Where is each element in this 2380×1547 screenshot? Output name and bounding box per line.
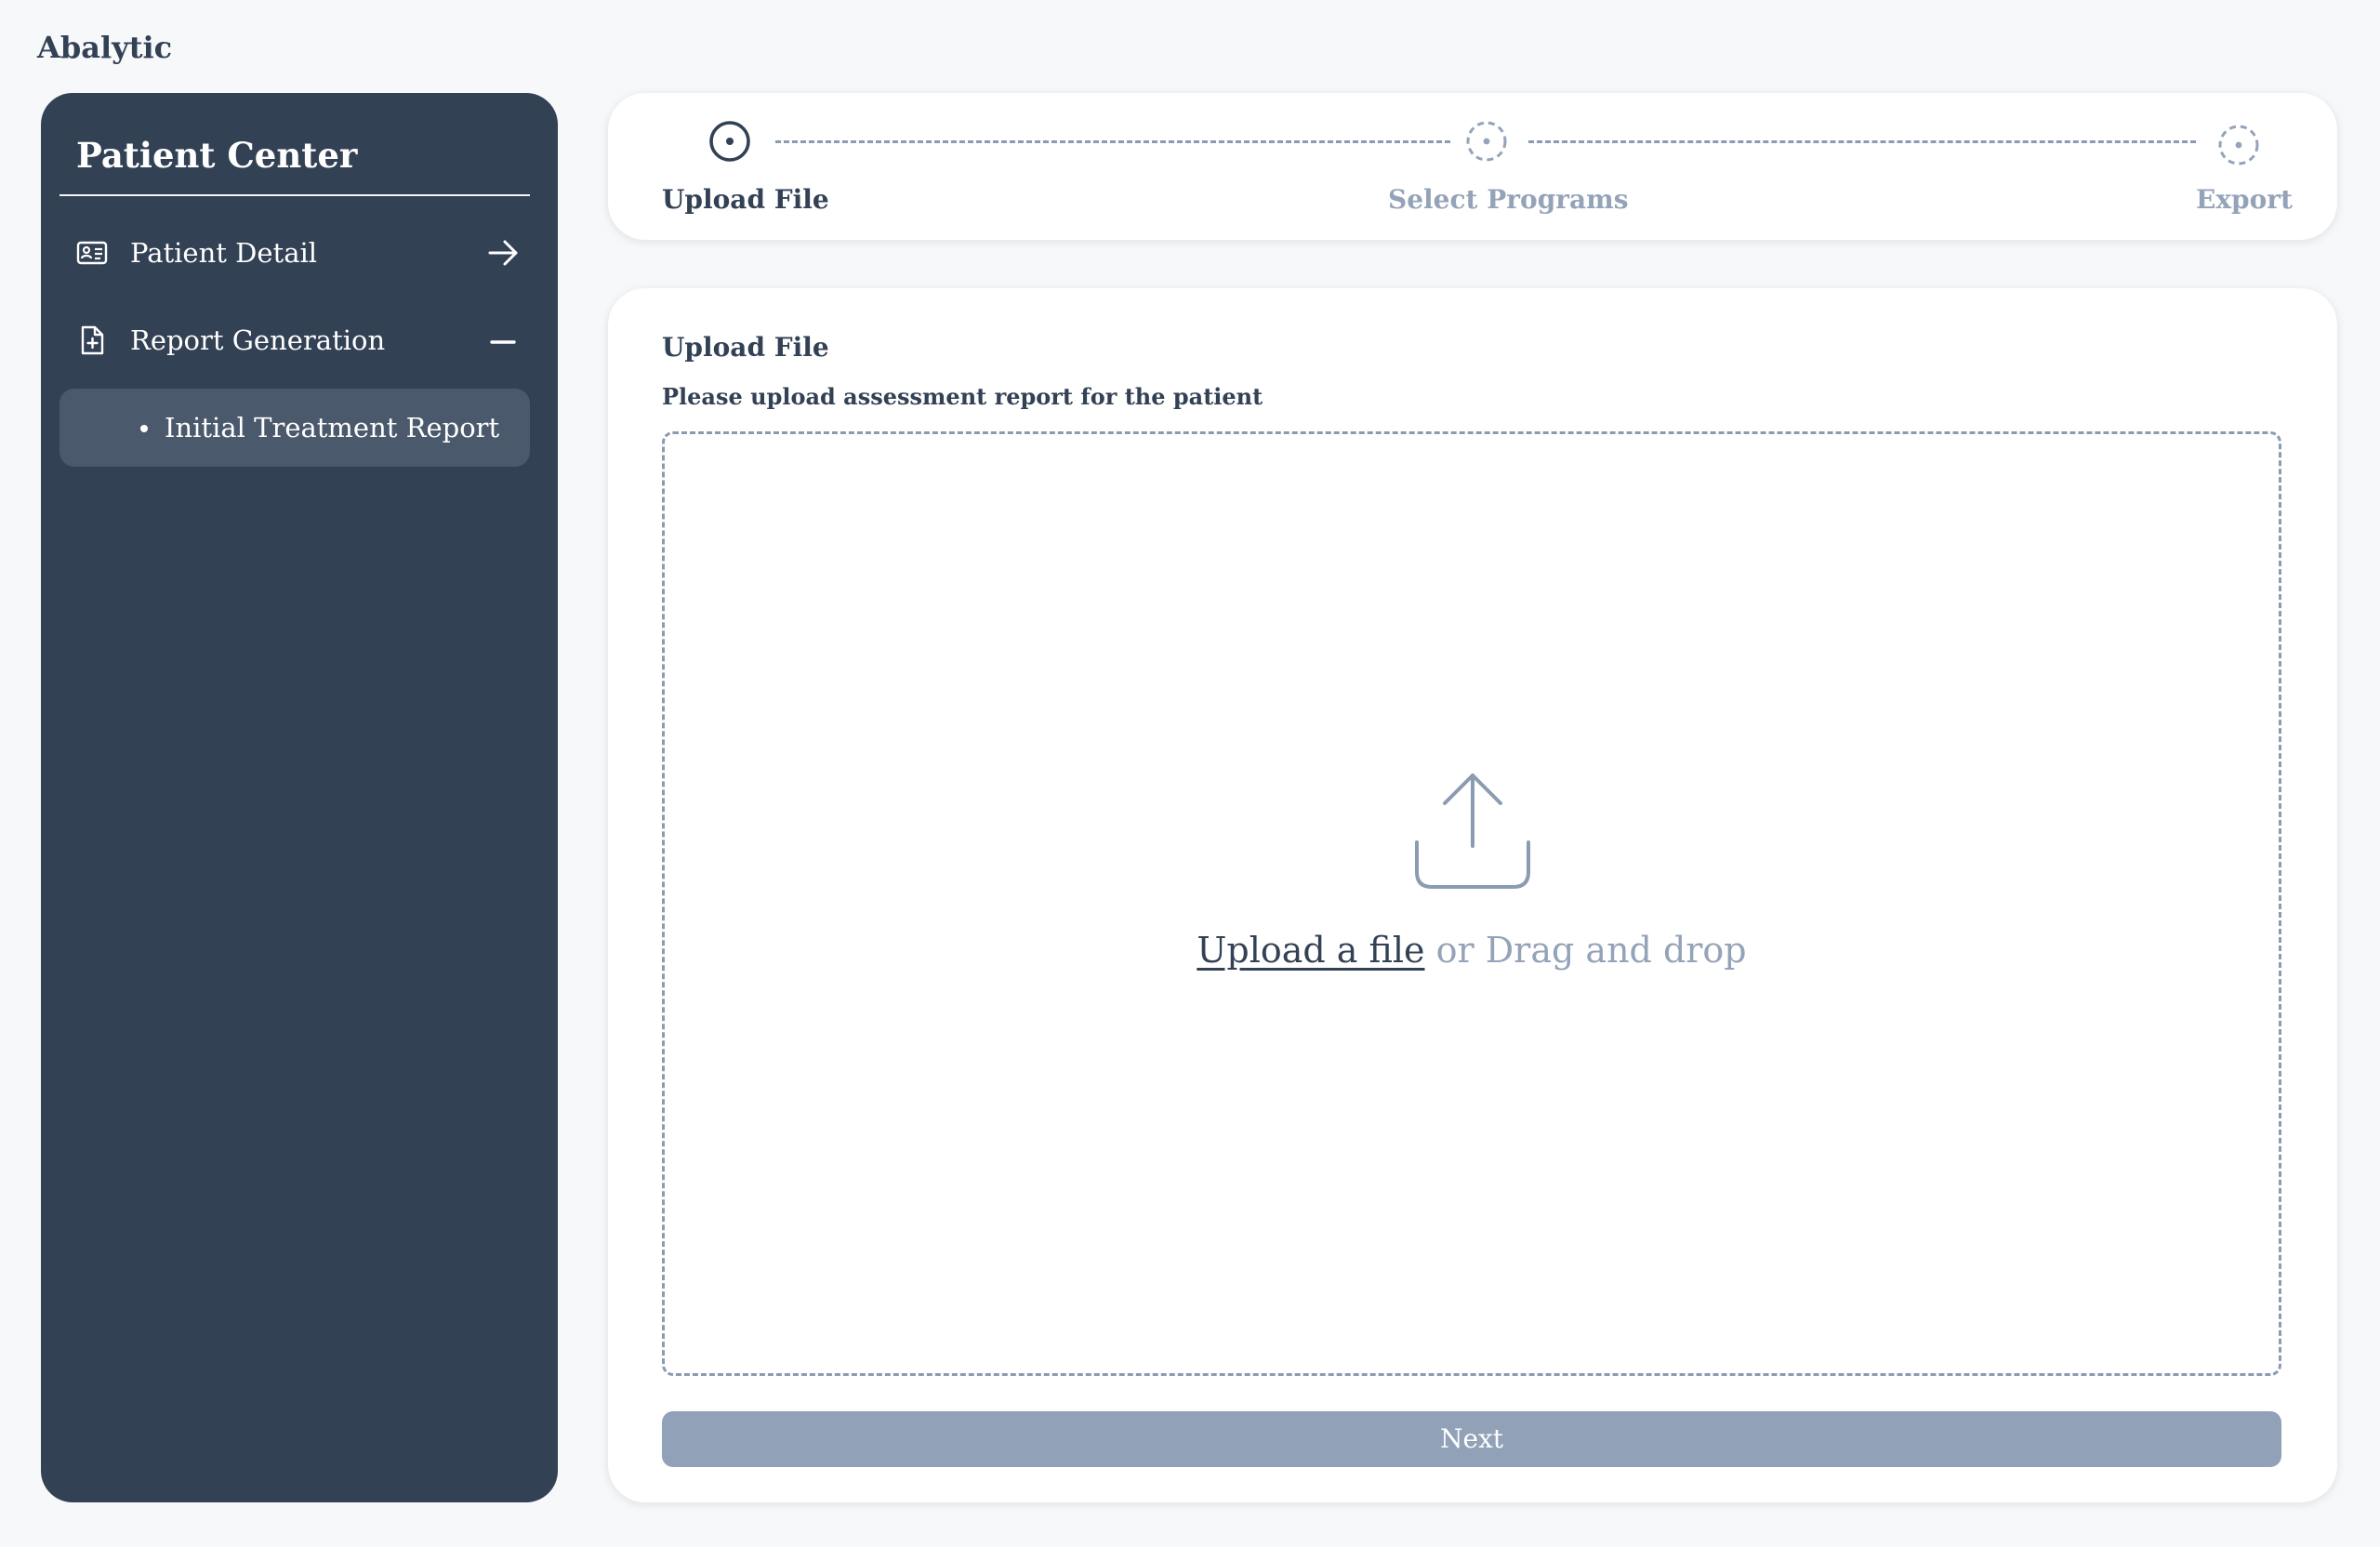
sidebar-divider bbox=[60, 194, 530, 196]
step-pending-icon[interactable] bbox=[2216, 123, 2261, 167]
step-connector bbox=[775, 140, 1450, 143]
sidebar-item-label: Report Generation bbox=[130, 324, 386, 356]
sidebar-subitem-initial-treatment-report[interactable]: Initial Treatment Report bbox=[60, 389, 530, 467]
minus-icon bbox=[490, 340, 516, 344]
section-description: Please upload assessment report for the … bbox=[662, 383, 1263, 410]
arrow-right-icon bbox=[488, 240, 518, 266]
step-pending-icon[interactable] bbox=[1464, 119, 1509, 164]
sidebar-item-patient-detail[interactable]: Patient Detail bbox=[60, 216, 530, 290]
stepper-card bbox=[608, 93, 2337, 240]
sidebar-item-label: Patient Detail bbox=[130, 237, 318, 269]
step-connector bbox=[1528, 140, 2196, 143]
next-button[interactable]: Next bbox=[662, 1411, 2281, 1467]
drag-drop-text: or Drag and drop bbox=[1424, 930, 1747, 971]
sidebar-title: Patient Center bbox=[76, 135, 358, 176]
sidebar-item-report-generation[interactable]: Report Generation bbox=[60, 303, 530, 377]
sidebar-subitem-label: Initial Treatment Report bbox=[165, 412, 500, 443]
step-label-upload-file: Upload File bbox=[662, 184, 829, 215]
upload-file-link[interactable]: Upload a file bbox=[1197, 930, 1424, 971]
step-active-icon[interactable] bbox=[707, 119, 752, 164]
upload-icon bbox=[1415, 774, 1530, 889]
file-dropzone[interactable] bbox=[662, 431, 2281, 1376]
dropzone-prompt: Upload a file or Drag and drop bbox=[662, 924, 2281, 976]
section-title: Upload File bbox=[662, 332, 829, 363]
file-plus-icon bbox=[81, 325, 104, 355]
id-card-icon bbox=[76, 241, 108, 265]
bullet-dot bbox=[140, 425, 148, 432]
step-label-export: Export bbox=[2196, 184, 2293, 215]
app-brand: Abalytic bbox=[37, 30, 173, 65]
step-label-select-programs: Select Programs bbox=[1388, 184, 1629, 215]
